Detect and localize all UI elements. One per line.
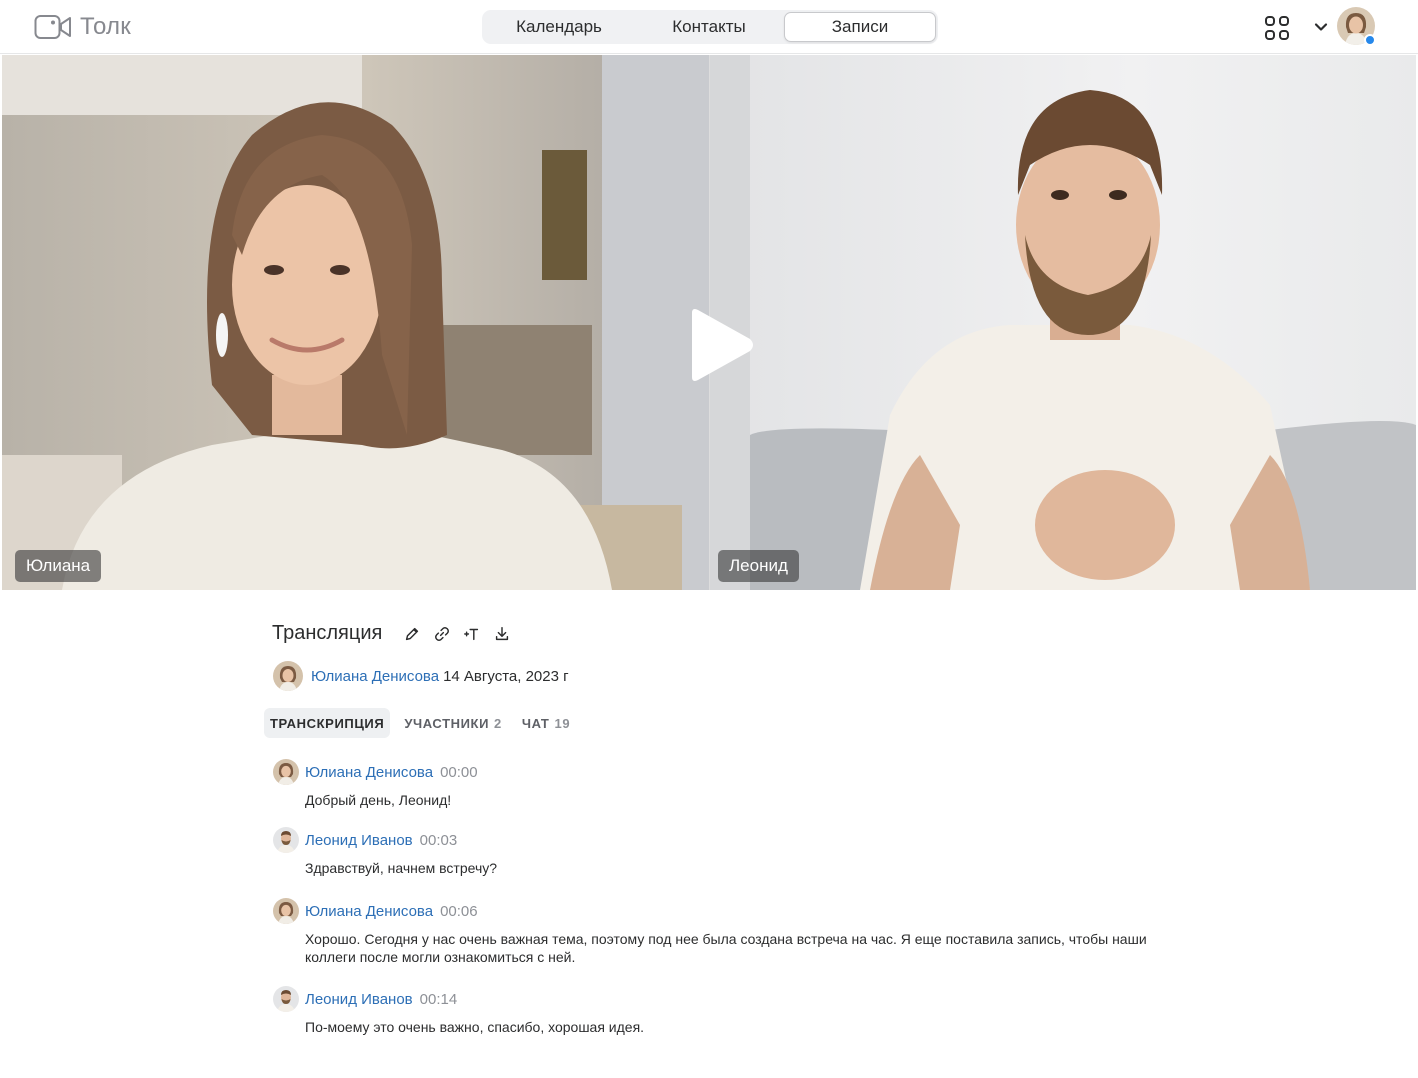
transcript-entry: Леонид Иванов 00:14 По-моему это очень в… bbox=[273, 986, 1193, 1036]
speaker-name[interactable]: Леонид Иванов bbox=[305, 991, 413, 1008]
tab-chat[interactable]: ЧАТ 19 bbox=[516, 708, 576, 738]
tab-recordings[interactable]: Записи bbox=[784, 12, 936, 42]
recording-date: 14 Августа, 2023 г bbox=[443, 667, 569, 685]
avatar bbox=[273, 661, 303, 691]
transcript-entry: Юлиана Денисова 00:00 Добрый день, Леони… bbox=[273, 759, 1193, 809]
tab-count: 2 bbox=[494, 715, 502, 731]
camera-logo-icon bbox=[34, 15, 71, 39]
recording-header: Трансляция bbox=[272, 622, 522, 645]
avatar bbox=[273, 827, 299, 853]
participant-video-leonid bbox=[710, 55, 1416, 590]
participant-tile-yuliana: Юлиана bbox=[2, 55, 709, 590]
app-logo[interactable]: Толк bbox=[34, 13, 131, 41]
main-navigation: Календарь Контакты Записи bbox=[482, 10, 938, 44]
avatar bbox=[273, 986, 299, 1012]
participant-video-yuliana bbox=[2, 55, 709, 590]
transcript-entry: Леонид Иванов 00:03 Здравствуй, начнем в… bbox=[273, 827, 1193, 877]
recording-meta: Юлиана Денисова 14 Августа, 2023 г bbox=[273, 661, 569, 691]
download-icon[interactable] bbox=[492, 624, 512, 644]
avatar bbox=[273, 759, 299, 785]
text-size-icon[interactable] bbox=[462, 624, 482, 644]
avatar bbox=[273, 898, 299, 924]
recording-title: Трансляция bbox=[272, 622, 383, 644]
transcript-text: Хорошо. Сегодня у нас очень важная тема,… bbox=[305, 931, 1147, 965]
transcript-text: Добрый день, Леонид! bbox=[305, 792, 452, 808]
tab-calendar[interactable]: Календарь bbox=[484, 12, 634, 42]
timestamp[interactable]: 00:00 bbox=[440, 764, 478, 781]
top-bar: Толк Календарь Контакты Записи bbox=[0, 0, 1418, 54]
play-icon[interactable] bbox=[682, 305, 758, 385]
speaker-name[interactable]: Юлиана Денисова bbox=[305, 764, 433, 781]
app-name: Толк bbox=[80, 13, 131, 40]
timestamp[interactable]: 00:03 bbox=[420, 832, 458, 849]
tab-label: УЧАСТНИКИ bbox=[404, 715, 490, 731]
speaker-name[interactable]: Леонид Иванов bbox=[305, 832, 413, 849]
participant-tile-leonid: Леонид bbox=[710, 55, 1416, 590]
transcript-text: По-моему это очень важно, спасибо, хорош… bbox=[305, 1019, 645, 1035]
timestamp[interactable]: 00:14 bbox=[420, 991, 458, 1008]
recording-player[interactable]: Юлиана Леонид bbox=[2, 55, 1416, 590]
chevron-down-icon[interactable] bbox=[1312, 18, 1330, 36]
grid-icon[interactable] bbox=[1262, 13, 1292, 43]
tab-participants[interactable]: УЧАСТНИКИ 2 bbox=[398, 708, 508, 738]
tab-contacts[interactable]: Контакты bbox=[634, 12, 784, 42]
edit-icon[interactable] bbox=[402, 624, 422, 644]
tab-label: ТРАНСКРИПЦИЯ bbox=[270, 715, 385, 731]
speaker-name[interactable]: Юлиана Денисова bbox=[305, 903, 433, 920]
participant-name-label: Юлиана bbox=[15, 550, 102, 582]
link-icon[interactable] bbox=[432, 624, 452, 644]
tab-count: 19 bbox=[554, 715, 571, 731]
content-tabs: ТРАНСКРИПЦИЯ УЧАСТНИКИ 2 ЧАТ 19 bbox=[264, 708, 584, 738]
tab-label: ЧАТ bbox=[521, 715, 550, 731]
recording-author-link[interactable]: Юлиана Денисова bbox=[311, 668, 439, 685]
timestamp[interactable]: 00:06 bbox=[440, 903, 478, 920]
transcript-entry: Юлиана Денисова 00:06 Хорошо. Сегодня у … bbox=[273, 898, 1193, 966]
online-status-badge bbox=[1364, 34, 1376, 46]
transcript-text: Здравствуй, начнем встречу? bbox=[305, 860, 498, 876]
tab-transcript[interactable]: ТРАНСКРИПЦИЯ bbox=[264, 708, 391, 738]
participant-name-label: Леонид bbox=[718, 550, 799, 582]
